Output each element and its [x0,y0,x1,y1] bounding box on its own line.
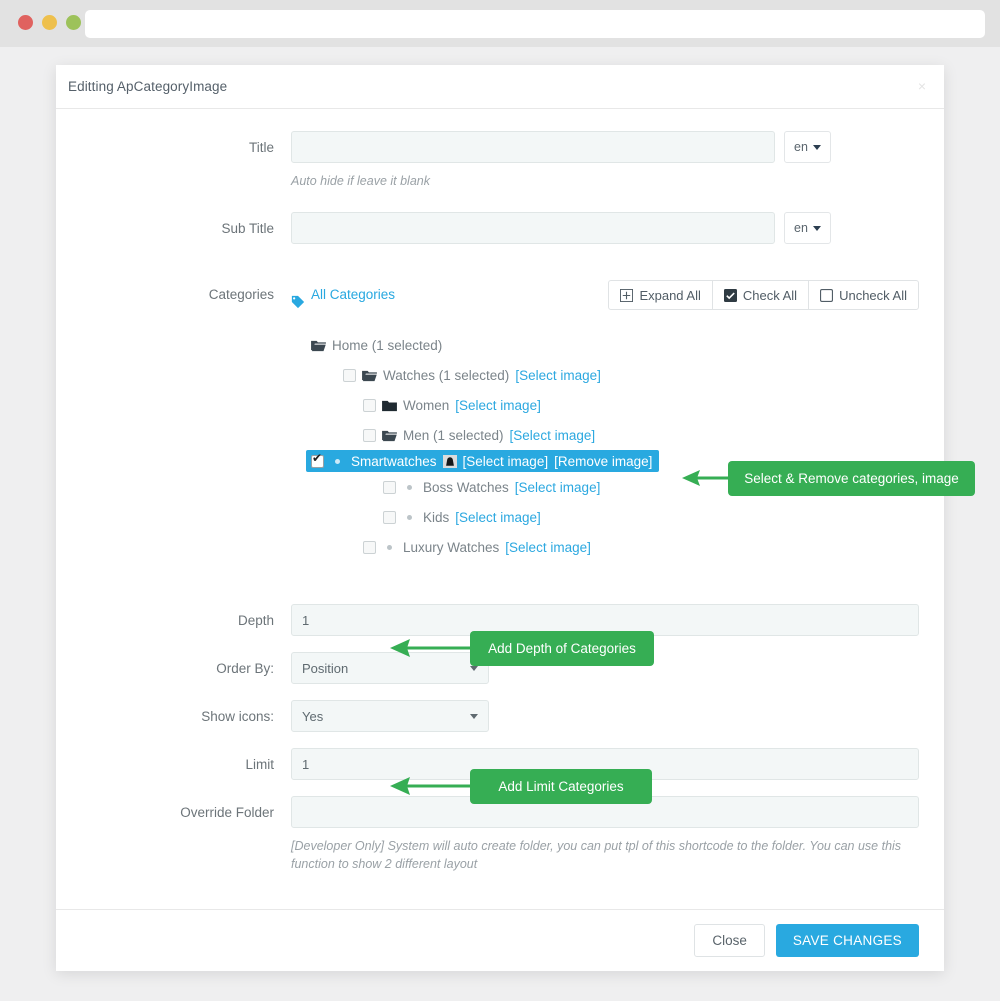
tree-checkbox[interactable] [383,480,396,494]
check-all-label: Check All [742,287,798,303]
save-button[interactable]: SAVE CHANGES [775,924,919,957]
uncheck-all-label: Uncheck All [839,287,907,303]
callout-select-remove: Select & Remove categories, image [728,461,975,496]
expand-plus-icon [620,288,634,302]
tree-item-smartwatches[interactable]: Smartwatches [Select image] [Remove imag… [306,450,660,473]
bullet-icon [407,514,412,520]
title-language-label: en [794,140,808,154]
minimize-window-button[interactable] [42,15,57,30]
override-folder-label: Override Folder [180,805,274,821]
tree-checkbox[interactable] [363,540,376,554]
checked-box-icon [723,288,737,302]
check-all-button[interactable]: Check All [711,280,810,311]
field-row-categories: Categories All Categories Expand All Che… [56,278,944,562]
field-row-override-folder: Override Folder [Developer Only] System … [56,796,944,873]
folder-open-icon [362,369,377,382]
show-icons-label: Show icons: [201,709,274,725]
window-traffic-lights [18,15,81,30]
tree-item-label: Men (1 selected) [403,427,504,443]
address-bar[interactable] [85,10,985,38]
tree-item-label: Boss Watches [423,479,509,495]
tree-item-label: Luxury Watches [403,539,500,555]
modal-header: Editting ApCategoryImage × [56,65,944,109]
folder-closed-icon [382,399,397,412]
title-label: Title [248,140,274,155]
title-language-select[interactable]: en [784,131,831,163]
close-icon[interactable]: × [914,77,930,95]
field-row-title: Title en Auto hide if leave it blank [56,131,944,190]
show-icons-select[interactable]: Yes [292,701,488,732]
categories-button-group: Expand All Check All Uncheck All [608,280,919,311]
select-image-link[interactable]: [Select image] [463,454,549,469]
category-thumbnail-icon [442,454,457,468]
maximize-window-button[interactable] [66,15,81,30]
order-by-label: Order By: [216,661,274,677]
bullet-icon [387,544,392,550]
tree-item-home[interactable]: Home (1 selected) [311,330,919,360]
title-input[interactable] [291,131,775,163]
limit-label: Limit [245,757,274,773]
edit-shortcode-modal: Editting ApCategoryImage × Title en Auto… [56,65,944,971]
title-help-text: Auto hide if leave it blank [291,174,430,188]
tree-item-women[interactable]: Women [Select image] [363,390,919,420]
bullet-icon [407,484,412,490]
select-image-link[interactable]: [Select image] [515,480,601,495]
override-folder-help-text: [Developer Only] System will auto create… [291,839,902,872]
tree-checkbox[interactable] [363,428,376,442]
field-row-show-icons: Show icons: Yes [56,700,944,734]
tree-checkbox[interactable] [383,510,396,524]
expand-all-button[interactable]: Expand All [608,280,713,311]
callout-label: Add Depth of Categories [488,641,636,656]
modal-footer: Close SAVE CHANGES [56,909,944,971]
all-categories-link[interactable]: All Categories [291,278,395,312]
tag-icon [291,288,305,309]
select-image-link[interactable]: [Select image] [515,368,601,383]
expand-all-label: Expand All [639,287,701,303]
tree-item-watches[interactable]: Watches (1 selected) [Select image] [343,360,919,390]
callout-label: Select & Remove categories, image [744,471,959,486]
subtitle-label: Sub Title [221,221,274,237]
remove-image-link[interactable]: [Remove image] [554,454,652,469]
close-window-button[interactable] [18,15,33,30]
empty-box-icon [820,288,834,302]
callout-label: Add Limit Categories [498,779,624,794]
folder-open-icon [382,429,397,442]
tree-checkbox[interactable] [311,452,324,468]
tree-item-luxury-watches[interactable]: Luxury Watches [Select image] [363,532,919,562]
cancel-button[interactable]: Close [694,924,765,957]
uncheck-all-button[interactable]: Uncheck All [808,280,919,311]
tree-item-men[interactable]: Men (1 selected) [Select image] [363,420,919,450]
tree-checkbox[interactable] [343,368,356,382]
select-image-link[interactable]: [Select image] [455,398,541,413]
browser-chrome-bar [0,0,1000,47]
bullet-icon [335,458,340,464]
depth-label: Depth [237,613,274,629]
subtitle-language-label: en [794,221,808,236]
tree-item-label: Home (1 selected) [332,337,443,353]
field-row-subtitle: Sub Title en [56,212,944,246]
callout-add-limit: Add Limit Categories [470,769,652,804]
tree-item-label: Watches (1 selected) [383,367,510,383]
callout-add-depth: Add Depth of Categories [470,631,654,666]
tree-item-label: Smartwatches [351,453,437,469]
chevron-down-icon [812,144,821,150]
subtitle-language-select[interactable]: en [784,212,831,245]
select-image-link[interactable]: [Select image] [510,428,596,443]
all-categories-label: All Categories [311,287,396,303]
categories-label: Categories [208,287,274,303]
select-image-link[interactable]: [Select image] [505,540,591,555]
select-image-link[interactable]: [Select image] [455,510,541,525]
subtitle-input[interactable] [291,212,775,245]
categories-toolbar: All Categories Expand All Check All Unch… [291,278,919,312]
tree-item-kids[interactable]: Kids [Select image] [383,502,919,532]
chevron-down-icon [812,225,821,231]
tree-item-label: Women [403,397,450,413]
category-tree: Home (1 selected) Watches (1 selected) [… [291,330,919,562]
tree-checkbox[interactable] [363,398,376,412]
page-title: Editting ApCategoryImage [68,79,228,94]
folder-open-icon [311,339,326,352]
tree-item-label: Kids [423,509,450,525]
